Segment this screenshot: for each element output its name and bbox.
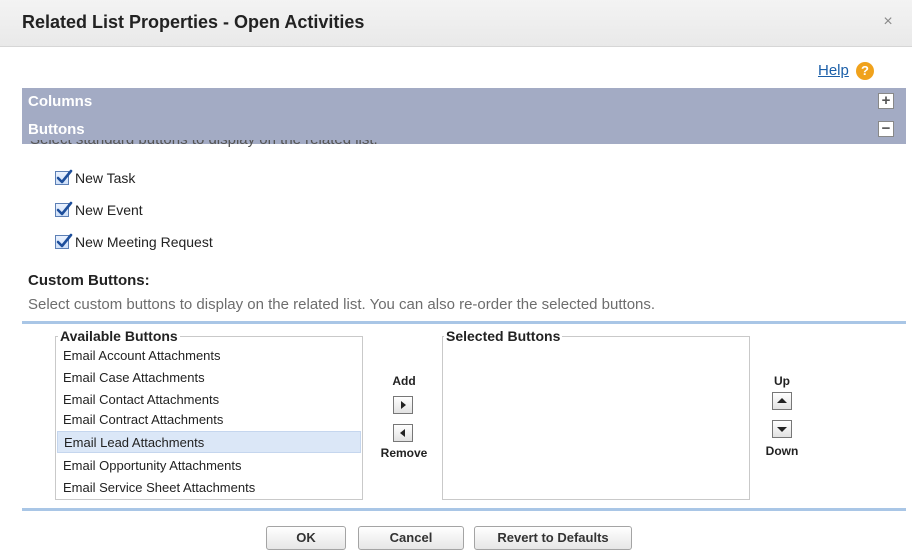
arrow-down-icon: [777, 427, 787, 432]
new-event-label: New Event: [75, 202, 143, 218]
checkmark-icon: [56, 201, 73, 216]
dialog-titlebar: Related List Properties - Open Activitie…: [0, 0, 912, 47]
list-item[interactable]: Email Opportunity Attachments: [57, 455, 361, 477]
list-item[interactable]: Email Account Attachments: [57, 345, 361, 367]
ok-button[interactable]: OK: [266, 526, 346, 550]
arrow-up-icon: [777, 398, 787, 403]
add-label: Add: [392, 374, 416, 388]
custom-buttons-description: Select custom buttons to display on the …: [28, 296, 656, 313]
new-meeting-request-label: New Meeting Request: [75, 234, 213, 250]
list-item[interactable]: Email Case Attachments: [57, 367, 361, 389]
remove-button[interactable]: [393, 424, 413, 442]
checkmark-icon: [56, 169, 73, 184]
list-item[interactable]: Email Contact Attachments: [57, 389, 361, 411]
close-icon[interactable]: ×: [880, 14, 896, 30]
selected-buttons-listbox[interactable]: [442, 336, 750, 500]
up-label: Up: [774, 374, 790, 388]
standard-buttons-description: Select standard buttons to display on th…: [30, 140, 890, 149]
checkmark-icon: [56, 233, 73, 248]
help-row: Help ?: [0, 58, 912, 84]
expand-plus-icon[interactable]: +: [878, 93, 894, 109]
available-buttons-label: Available Buttons: [58, 328, 180, 344]
help-link[interactable]: Help: [818, 62, 849, 79]
cancel-button[interactable]: Cancel: [358, 526, 464, 550]
new-task-checkbox[interactable]: [55, 169, 73, 185]
dialog-title: Related List Properties - Open Activitie…: [22, 12, 365, 32]
new-meeting-request-checkbox[interactable]: [55, 233, 73, 249]
new-task-label: New Task: [75, 170, 136, 186]
custom-buttons-heading: Custom Buttons:: [28, 272, 150, 289]
selected-buttons-label: Selected Buttons: [444, 328, 563, 344]
move-down-button[interactable]: [772, 420, 792, 438]
revert-to-defaults-button[interactable]: Revert to Defaults: [474, 526, 632, 550]
columns-section-header[interactable]: Columns +: [22, 88, 906, 116]
remove-label: Remove: [380, 446, 428, 460]
buttons-section-label: Buttons: [28, 121, 85, 138]
down-label: Down: [765, 444, 799, 458]
move-up-button[interactable]: [772, 392, 792, 410]
list-item-highlighted[interactable]: Email Lead Attachments: [57, 431, 361, 453]
divider-bottom: [22, 508, 906, 511]
standard-buttons-description-text: Select standard buttons to display on th…: [30, 140, 890, 148]
arrow-right-icon: [401, 401, 406, 409]
related-list-properties-dialog: Related List Properties - Open Activitie…: [0, 0, 912, 552]
collapse-minus-icon[interactable]: −: [878, 121, 894, 137]
available-buttons-listbox[interactable]: Email Account Attachments Email Case Att…: [55, 336, 363, 500]
new-event-checkbox[interactable]: [55, 201, 73, 217]
divider-top: [22, 321, 906, 324]
add-button[interactable]: [393, 396, 413, 414]
list-item[interactable]: Email Contract Attachments: [57, 409, 361, 431]
arrow-left-icon: [400, 429, 405, 437]
columns-section-label: Columns: [28, 93, 93, 110]
list-item[interactable]: Email Service Sheet Attachments: [57, 477, 361, 499]
help-question-icon[interactable]: ?: [856, 62, 874, 80]
